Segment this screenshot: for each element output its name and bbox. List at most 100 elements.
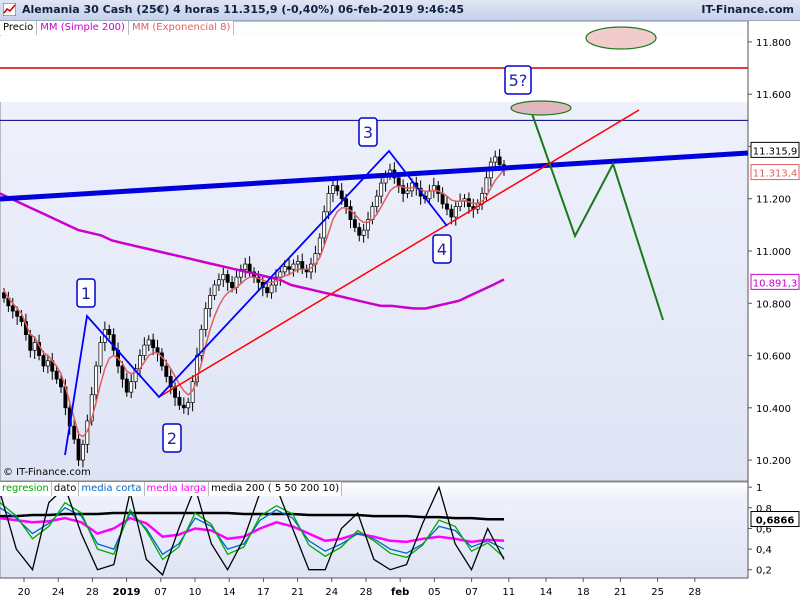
candle-body — [45, 360, 50, 367]
sma-price-tag-text: 10.891,3 — [753, 278, 798, 289]
lower-legend: regresion dato media corta media larga m… — [0, 482, 343, 496]
candle-body — [361, 229, 366, 236]
ema-price-tag-text: 11.313,4 — [753, 169, 798, 180]
x-tick-label: 2019 — [113, 587, 141, 598]
candle-body — [335, 185, 340, 192]
lower-y-tick-label: 0,4 — [756, 545, 772, 556]
x-tick-label: 17 — [257, 587, 270, 598]
candle-body — [330, 185, 335, 194]
candle-body — [291, 263, 296, 270]
y-tick-label: 11.800 — [756, 38, 791, 49]
price-chart: 11.80011.60011.40011.20011.00010.80010.6… — [0, 20, 800, 600]
candle-body — [94, 365, 99, 396]
candle-body — [32, 342, 37, 351]
indicator-last-text: 0,6866 — [756, 516, 795, 527]
candle-body — [458, 200, 463, 207]
x-tick-label: 24 — [325, 587, 338, 598]
candle-body — [59, 378, 63, 388]
candle-body — [120, 365, 125, 380]
candle-body — [142, 344, 147, 356]
x-tick-label: 28 — [360, 587, 373, 598]
candle-body — [80, 444, 85, 461]
chart-title: Alemania 30 Cash (25€) 4 horas 11.315,9 … — [22, 3, 465, 16]
x-tick-label: 18 — [577, 587, 590, 598]
legend-media-larga[interactable]: media larga — [144, 482, 210, 496]
candle-body — [357, 227, 362, 236]
x-tick-label: 14 — [540, 587, 553, 598]
y-tick-label: 11.600 — [756, 90, 791, 101]
legend-price[interactable]: Precio — [0, 21, 38, 35]
copyright-text: © IT-Finance.com — [3, 467, 91, 478]
candle-body — [269, 284, 274, 294]
last-price-tag-text: 11.315,9 — [753, 146, 798, 157]
candle-body — [98, 342, 103, 367]
candle-body — [396, 177, 401, 187]
candle-body — [129, 381, 134, 393]
candle-body — [208, 295, 213, 309]
x-tick-label: 24 — [52, 587, 65, 598]
candle-body — [445, 203, 449, 210]
x-tick-label: 20 — [18, 587, 31, 598]
candle-body — [146, 339, 151, 346]
chart-icon — [3, 3, 16, 16]
y-tick-label: 10.400 — [756, 404, 791, 415]
candle-body — [151, 339, 156, 349]
y-tick-label: 10.600 — [756, 352, 791, 363]
candle-body — [177, 397, 182, 406]
legend-regresion[interactable]: regresion — [0, 482, 52, 496]
candle-body — [76, 438, 81, 461]
x-tick-label: 25 — [651, 587, 664, 598]
legend-media-corta[interactable]: media corta — [79, 482, 145, 496]
candle-body — [282, 266, 287, 273]
candle-body — [484, 177, 489, 194]
target-ellipse-upper — [585, 26, 657, 50]
candle-body — [230, 282, 235, 288]
brand-label[interactable]: IT-Finance.com — [701, 3, 794, 16]
candle-body — [265, 287, 270, 294]
x-tick-label: 21 — [614, 587, 627, 598]
candle-body — [287, 266, 292, 270]
y-tick-label: 10.200 — [756, 456, 791, 467]
candle-body — [15, 310, 20, 317]
candle-body — [440, 193, 445, 205]
legend-sma[interactable]: MM (Simple 200) — [37, 21, 129, 35]
lower-y-tick-label: 1 — [756, 483, 762, 494]
candle-body — [326, 193, 331, 213]
candle-body — [181, 404, 186, 409]
legend-media-200[interactable]: media 200 ( 5 50 200 10) — [209, 482, 343, 496]
y-tick-label: 11.000 — [756, 247, 791, 258]
wave-label-2: 2 — [167, 429, 177, 448]
candle-body — [164, 365, 169, 377]
candle-body — [352, 219, 357, 228]
y-tick-label: 10.800 — [756, 299, 791, 310]
target-ellipse-lower — [510, 100, 572, 116]
candle-body — [278, 271, 283, 278]
candle-body — [348, 206, 353, 220]
candle-body — [243, 263, 248, 270]
candle-body — [212, 284, 217, 296]
candle-body — [72, 425, 77, 440]
legend-ema[interactable]: MM (Exponencial 8) — [128, 21, 235, 35]
wave-label-1: 1 — [81, 284, 91, 303]
x-tick-label: 05 — [428, 587, 441, 598]
legend-dato[interactable]: dato — [51, 482, 80, 496]
candle-body — [339, 190, 344, 200]
candle-body — [221, 274, 226, 281]
x-tick-label: 10 — [189, 587, 202, 598]
candle-body — [124, 378, 129, 393]
candle-body — [497, 156, 502, 166]
candle-body — [295, 261, 300, 265]
candle-body — [155, 347, 160, 354]
y-tick-label: 11.200 — [756, 195, 791, 206]
candle-body — [41, 355, 46, 367]
candle-body — [405, 190, 410, 194]
wave-label-3: 3 — [363, 123, 373, 142]
candle-body — [10, 305, 15, 312]
x-tick-label: 11 — [502, 587, 515, 598]
candle-body — [107, 329, 112, 335]
x-tick-label: 07 — [154, 587, 167, 598]
candle-body — [344, 198, 349, 207]
candle-body — [322, 211, 327, 239]
wave-label-5: 5? — [509, 71, 528, 90]
candle-body — [449, 208, 454, 218]
